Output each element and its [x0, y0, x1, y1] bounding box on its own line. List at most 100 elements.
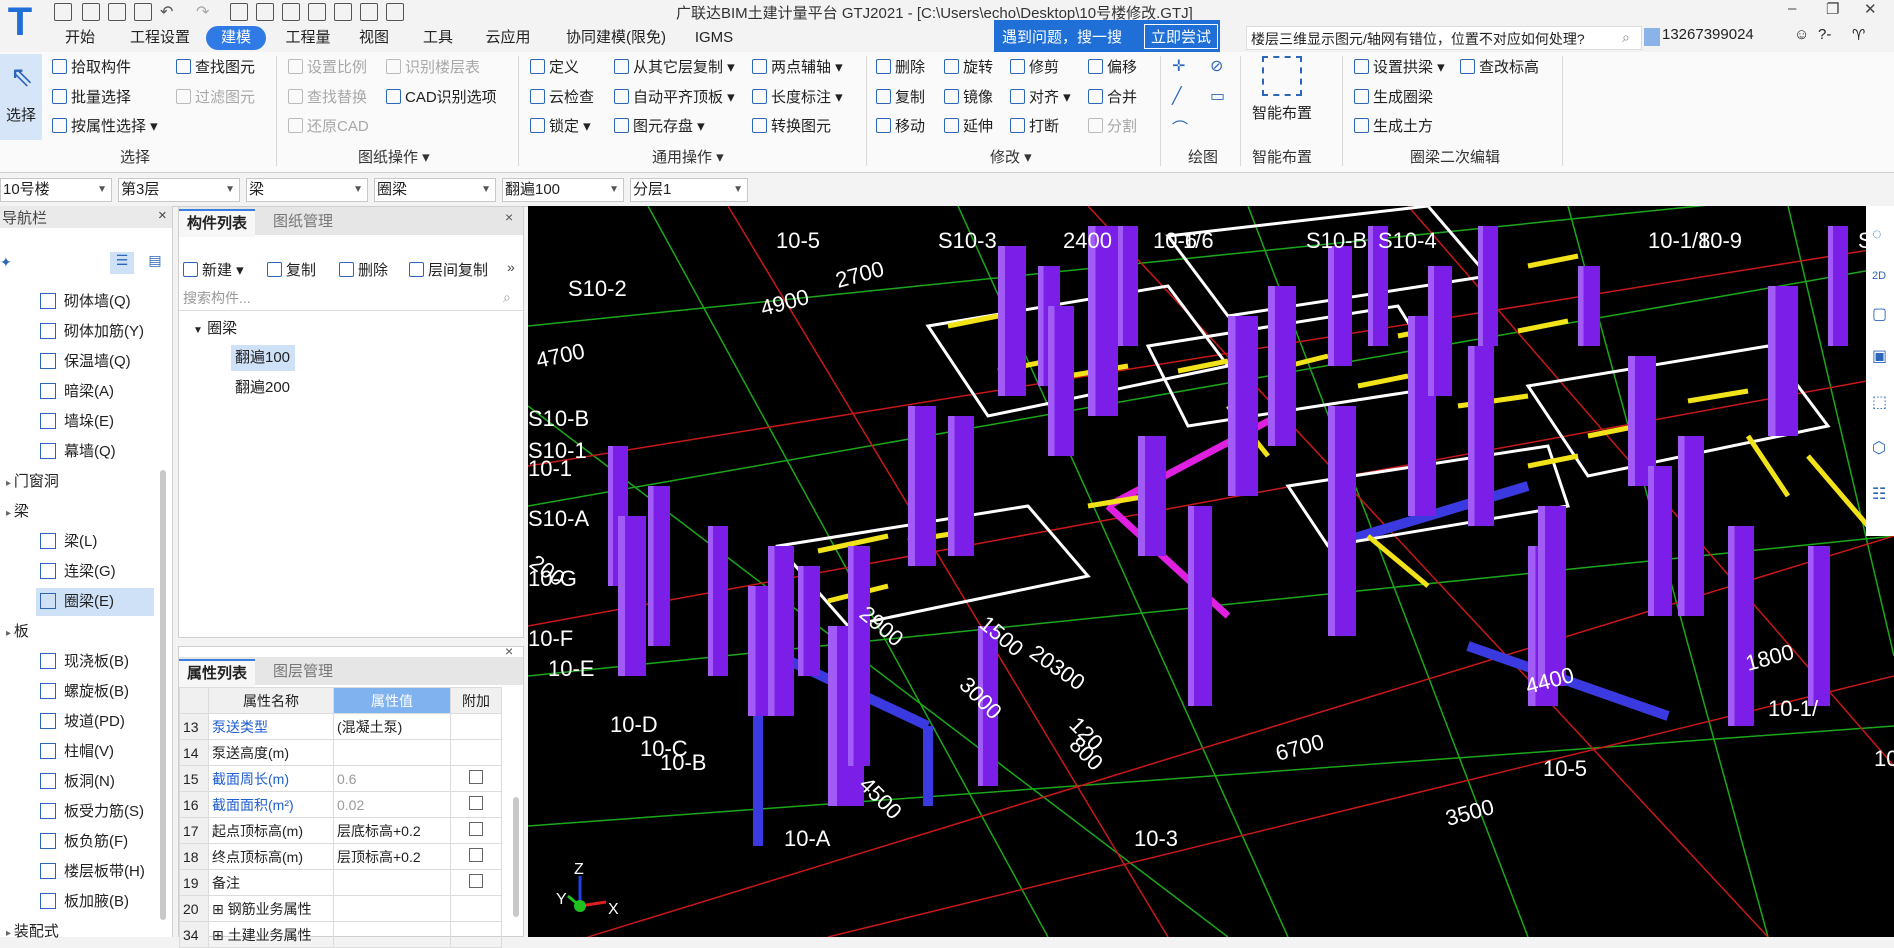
tab-cloud[interactable]: 云应用 [478, 26, 538, 50]
copy-button[interactable]: 复制 [876, 86, 925, 107]
tab-project-settings[interactable]: 工程设置 [124, 26, 196, 50]
nav-item[interactable]: 暗梁(A) [0, 378, 172, 406]
property-value[interactable] [333, 739, 451, 766]
extra-checkbox[interactable] [469, 848, 483, 862]
nav-item[interactable]: 圈梁(E) [36, 588, 154, 616]
tab-start[interactable]: 开始 [58, 26, 102, 50]
generate-ring-beam-button[interactable]: 生成圈梁 [1354, 86, 1433, 107]
nav-item[interactable]: 现浇板(B) [0, 648, 172, 676]
tab-tools[interactable]: 工具 [416, 26, 460, 50]
property-value[interactable] [333, 895, 451, 922]
delete-button[interactable]: 删除 [876, 56, 925, 77]
find-element-button[interactable]: 查找图元 [176, 56, 255, 77]
property-row[interactable]: 17 起点顶标高(m) 层底标高+0.2 [179, 817, 502, 844]
delete-component-button[interactable]: 删除 [339, 259, 388, 280]
tab-layer-manage[interactable]: 图层管理 [265, 659, 341, 685]
new-component-button[interactable]: 新建 ▾ [183, 259, 244, 280]
nav-close-icon[interactable]: × [158, 207, 167, 224]
tab-collab[interactable]: 协同建模(限免) [556, 26, 676, 50]
generate-earthwork-button[interactable]: 生成土方 [1354, 115, 1433, 136]
split-button[interactable]: 分割 [1088, 115, 1137, 136]
nav-item[interactable]: 连梁(G) [0, 558, 172, 586]
nav-item[interactable]: 螺旋板(B) [0, 678, 172, 706]
chat-icon[interactable]: ☺ [1794, 26, 1809, 43]
try-now-button[interactable]: 立即尝试 [1144, 24, 1219, 49]
open-file-icon[interactable] [82, 3, 100, 21]
point-draw-icon[interactable]: ✛ [1172, 56, 1185, 76]
extra-checkbox[interactable] [469, 796, 483, 810]
rotate-button[interactable]: 旋转 [944, 56, 993, 77]
property-value[interactable] [333, 921, 451, 948]
sum-icon[interactable] [230, 3, 248, 21]
tab-drawing-manage[interactable]: 图纸管理 [265, 209, 341, 235]
smart-layout-icon[interactable] [1262, 56, 1302, 96]
calc-icon[interactable] [256, 3, 274, 21]
break-button[interactable]: 打断 [1010, 115, 1059, 136]
floor-select[interactable]: 第3层 ▼ [118, 178, 240, 202]
copy-from-floor-button[interactable]: 从其它层复制 ▾ [614, 56, 735, 77]
circle-draw-icon[interactable]: ⊘ [1210, 56, 1223, 76]
set-scale-button[interactable]: 设置比例 [288, 56, 367, 77]
3d-viewport[interactable]: 10-5 S10-3 2400 10-6 1/6 S10-B S10-4 10-1/8 10-9… [528, 206, 1894, 937]
tab-igms[interactable]: IGMS [692, 26, 736, 50]
nav-detail-view-icon[interactable]: ▤ [144, 252, 166, 274]
extra-checkbox[interactable] [469, 770, 483, 784]
tree-root-ring-beam[interactable]: ▼ 圈梁 [193, 317, 237, 338]
orbit-icon[interactable]: ◌ [1872, 226, 1882, 244]
property-value[interactable]: 0.6 [333, 765, 451, 792]
new-file-icon[interactable] [54, 3, 72, 21]
two-point-axis-button[interactable]: 两点辅轴 ▾ [752, 56, 843, 77]
grid-icon[interactable] [360, 3, 378, 21]
property-row[interactable]: 14 泵送高度(m) [179, 739, 502, 766]
component-select[interactable]: 翻遍100 ▼ [502, 178, 624, 202]
merge-button[interactable]: 合并 [1088, 86, 1137, 107]
property-row[interactable]: 16 截面面积(m²) 0.02 [179, 791, 502, 818]
convert-element-button[interactable]: 转换图元 [752, 115, 831, 136]
extra-checkbox[interactable] [469, 822, 483, 836]
nav-item[interactable]: 砌体加筋(Y) [0, 318, 172, 346]
pick-component-button[interactable]: 拾取构件 [52, 56, 131, 77]
align-button[interactable]: 对齐 ▾ [1010, 86, 1071, 107]
minimize-button[interactable]: ‒ [1788, 0, 1796, 17]
move-button[interactable]: 移动 [876, 115, 925, 136]
prop-close-icon[interactable]: × [505, 643, 513, 659]
3d-view-icon[interactable]: ▢ [1872, 304, 1887, 324]
lock-button[interactable]: 锁定 ▾ [530, 115, 591, 136]
nav-group[interactable]: ▸ 板 [0, 618, 172, 646]
cloud-check-button[interactable]: 云检查 [530, 86, 594, 107]
zoom-window-icon[interactable]: ⬚ [1872, 392, 1887, 412]
restore-button[interactable]: ❐ [1826, 0, 1839, 18]
extend-button[interactable]: 延伸 [944, 115, 993, 136]
redo-icon[interactable]: ↷ [196, 2, 209, 22]
tab-property-list[interactable]: 属性列表 [179, 659, 256, 687]
table-icon[interactable] [282, 3, 300, 21]
property-value[interactable]: 层底标高+0.2 [333, 817, 451, 844]
list-settings-icon[interactable]: ☷ [1872, 484, 1886, 504]
nav-item[interactable]: 板洞(N) [0, 768, 172, 796]
set-arch-beam-button[interactable]: 设置拱梁 ▾ [1354, 56, 1445, 77]
property-value[interactable]: 层顶标高+0.2 [333, 843, 451, 870]
restore-cad-button[interactable]: 还原CAD [288, 115, 369, 136]
search-icon[interactable]: ⌕ [1622, 29, 1630, 46]
find-replace-button[interactable]: 查找替换 [288, 86, 367, 107]
nav-item[interactable]: 幕墙(Q) [0, 438, 172, 466]
nav-item[interactable]: 坡道(PD) [0, 708, 172, 736]
report-icon[interactable] [308, 3, 326, 21]
filter-element-button[interactable]: 过滤图元 [176, 86, 255, 107]
nav-group[interactable]: ▸ 梁 [0, 498, 172, 526]
tab-quantities[interactable]: 工程量 [280, 26, 336, 50]
extra-checkbox[interactable] [469, 874, 483, 888]
property-row[interactable]: 34 ⊞ 土建业务属性 [179, 921, 502, 948]
offset-button[interactable]: 偏移 [1088, 56, 1137, 77]
check-elevation-button[interactable]: 查改标高 [1460, 56, 1539, 77]
component-item[interactable]: 翻遍200 [235, 375, 290, 401]
arc-draw-icon[interactable]: ⌒ [1172, 115, 1188, 139]
type-select[interactable]: 圈梁 ▼ [374, 178, 496, 202]
property-row[interactable]: 13 泵送类型 (混凝土泵) [179, 713, 502, 740]
nav-item[interactable]: 柱帽(V) [0, 738, 172, 766]
undo-icon[interactable]: ↶ [160, 2, 173, 22]
component-search-icon[interactable]: ⌕ [503, 289, 511, 306]
help-button[interactable]: ?- [1818, 26, 1831, 43]
shirt-icon[interactable]: ♈ [1852, 26, 1865, 44]
box-view-icon[interactable]: ▣ [1872, 346, 1887, 366]
